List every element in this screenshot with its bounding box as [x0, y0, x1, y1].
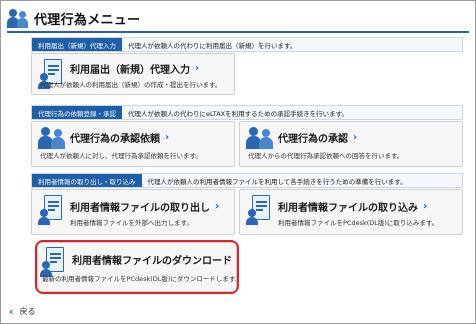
page-header: 代理行為メニュー	[7, 6, 140, 30]
card-title-row: 代理行為の承認依頼 ›	[70, 130, 169, 145]
card-description: 利用者情報ファイルをPCdesk(DL版)に取り込みます。	[278, 219, 439, 227]
section-approval: 代理行為の依頼登録・承認 代理人が依頼人の代わりにeLTAXを利用するための承認…	[31, 105, 463, 120]
card-description: 代理人が依頼人に対し、代理行為承認依頼を行います。	[40, 152, 202, 160]
import-user-info-card[interactable]: 利用者情報ファイルの取り込み › 利用者情報ファイルをPCdesk(DL版)に取…	[239, 189, 463, 235]
chevron-left-icon: ‹	[9, 305, 14, 318]
highlight-outline	[35, 240, 239, 294]
card-title: 利用者情報ファイルの取り出し	[70, 203, 210, 214]
card-description: 代理人からの代理行為承認依頼への回答を行います。	[248, 152, 404, 160]
section-tag: 利用届出（新規）代理入力	[32, 38, 122, 51]
chevron-right-icon: ›	[353, 132, 358, 143]
card-description: 利用者情報ファイルを外部へ出力します。	[70, 219, 193, 227]
section-description: 代理人が依頼人の代わりに利用届出（新規）を行います。	[128, 41, 297, 50]
section-user-info: 利用者情報の取り出し・取り込み 代理人が依頼人の利用者情報ファイルを利用して各手…	[31, 173, 463, 188]
document-person-icon	[38, 195, 66, 225]
approval-request-card[interactable]: 代理行為の承認依頼 › 代理人が依頼人に対し、代理行為承認依頼を行います。	[31, 121, 235, 167]
header-divider	[7, 31, 469, 33]
approval-card[interactable]: 代理行為の承認 › 代理人からの代理行為承認依頼への回答を行います。	[239, 121, 463, 167]
chevron-right-icon: ›	[195, 63, 200, 74]
card-title-row: 代理行為の承認 ›	[278, 130, 357, 145]
section-tag: 利用者情報の取り出し・取り込み	[32, 174, 142, 187]
card-title: 利用者情報ファイルの取り込み	[278, 203, 418, 214]
registration-proxy-card[interactable]: 利用届出（新規）代理入力 › 代理人が依頼人の利用届出（新規）の作成・提出を行い…	[31, 53, 235, 95]
card-description: 代理人が依頼人の利用届出（新規）の作成・提出を行います。	[40, 81, 222, 89]
card-title-row: 利用者情報ファイルの取り出し ›	[70, 199, 219, 214]
section-description: 代理人が依頼人の代わりにeLTAXを利用するための承認手続きを行います。	[128, 109, 348, 118]
section-description: 代理人が依頼人の利用者情報ファイルを利用して各手続きを行うための準備を行います。	[147, 177, 407, 186]
card-title: 代理行為の承認	[278, 134, 348, 145]
back-label: 戻る	[19, 307, 36, 316]
card-title: 代理行為の承認依頼	[70, 134, 160, 145]
card-title-row: 利用届出（新規）代理入力 ›	[70, 61, 199, 76]
page-title: 代理行為メニュー	[34, 12, 141, 28]
document-person-icon	[246, 195, 274, 225]
back-link[interactable]: ‹ 戻る	[9, 305, 36, 318]
chevron-right-icon: ›	[215, 201, 220, 212]
chevron-right-icon: ›	[165, 132, 170, 143]
section-tag: 代理行為の依頼登録・承認	[32, 106, 122, 119]
section-registration: 利用届出（新規）代理入力 代理人が依頼人の代わりに利用届出（新規）を行います。	[31, 37, 463, 52]
card-title: 利用届出（新規）代理入力	[70, 65, 190, 76]
app-window: 代理行為メニュー 利用届出（新規）代理入力 代理人が依頼人の代わりに利用届出（新…	[0, 0, 476, 324]
export-user-info-card[interactable]: 利用者情報ファイルの取り出し › 利用者情報ファイルを外部へ出力します。	[31, 189, 235, 235]
chevron-right-icon: ›	[423, 201, 428, 212]
card-title-row: 利用者情報ファイルの取り込み ›	[278, 199, 427, 214]
people-icon	[7, 8, 29, 28]
